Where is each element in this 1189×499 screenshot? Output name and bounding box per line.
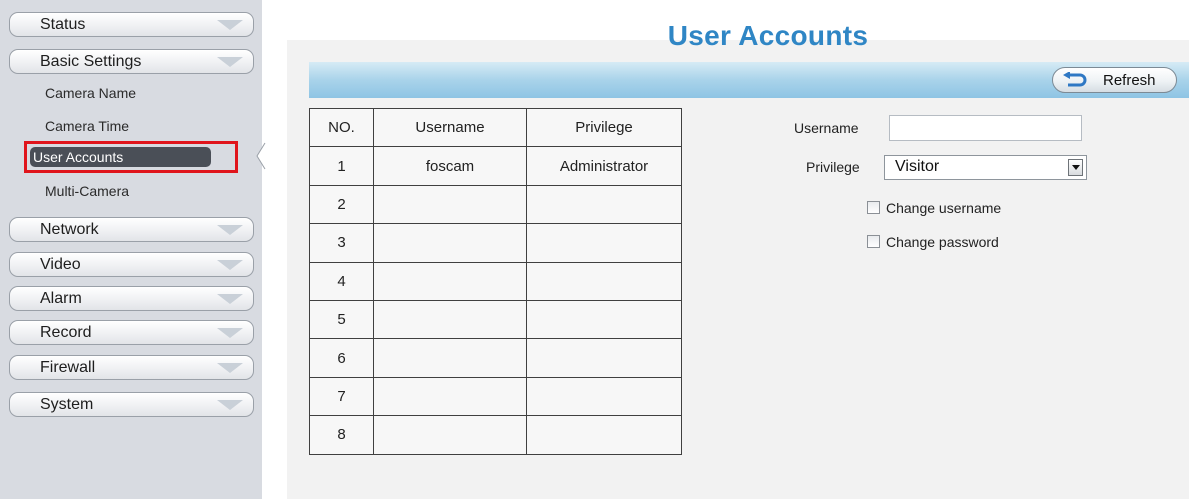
row-username xyxy=(373,299,527,340)
row-number: 5 xyxy=(309,299,374,340)
sidebar-subitem-camera-name[interactable]: Camera Name xyxy=(45,85,136,101)
refresh-icon xyxy=(1063,72,1087,87)
row-privilege: Administrator xyxy=(526,146,682,186)
change-password-label: Change password xyxy=(886,234,999,250)
chevron-down-icon xyxy=(217,260,243,270)
column-header-username: Username xyxy=(373,107,527,148)
table-row[interactable]: 7 xyxy=(309,376,682,417)
row-username: foscam xyxy=(373,146,527,186)
refresh-label: Refresh xyxy=(1103,72,1156,89)
sidebar-item-firewall[interactable]: Firewall xyxy=(9,355,254,380)
row-number: 4 xyxy=(309,261,374,301)
row-username xyxy=(373,261,527,301)
table-row[interactable]: 1 foscam Administrator xyxy=(309,146,682,186)
table-row[interactable]: 8 xyxy=(309,415,682,455)
table-header-row: NO. Username Privilege xyxy=(309,107,682,148)
sidebar-item-video[interactable]: Video xyxy=(9,252,254,277)
active-pointer-notch xyxy=(256,142,266,170)
sidebar-item-label: Alarm xyxy=(40,290,82,307)
sidebar-item-label: System xyxy=(40,396,94,413)
row-username xyxy=(373,223,527,263)
sidebar: Status Basic Settings Camera Name Camera… xyxy=(0,0,262,499)
row-number: 2 xyxy=(309,184,374,225)
privilege-selected-value: Visitor xyxy=(895,158,940,175)
change-password-checkbox[interactable] xyxy=(867,235,880,248)
chevron-down-icon xyxy=(217,20,243,30)
row-number: 3 xyxy=(309,223,374,263)
sidebar-item-record[interactable]: Record xyxy=(9,320,254,345)
chevron-down-icon xyxy=(217,225,243,235)
privilege-label: Privilege xyxy=(806,159,860,175)
row-privilege xyxy=(526,223,682,263)
sidebar-item-label: Basic Settings xyxy=(40,53,142,70)
username-input[interactable] xyxy=(889,115,1082,141)
sidebar-subitem-label: User Accounts xyxy=(30,147,211,167)
row-username xyxy=(373,338,527,378)
row-username xyxy=(373,184,527,225)
change-username-checkbox[interactable] xyxy=(867,201,880,214)
chevron-down-icon xyxy=(217,57,243,67)
privilege-select[interactable]: Visitor xyxy=(884,155,1087,180)
row-number: 8 xyxy=(309,415,374,455)
dropdown-arrow-icon[interactable] xyxy=(1068,159,1083,176)
table-row[interactable]: 5 xyxy=(309,299,682,340)
row-number: 1 xyxy=(309,146,374,186)
chevron-down-icon xyxy=(217,400,243,410)
sidebar-subitem-user-accounts[interactable]: User Accounts xyxy=(24,141,238,173)
table-row[interactable]: 2 xyxy=(309,184,682,225)
row-privilege xyxy=(526,261,682,301)
chevron-down-icon xyxy=(217,294,243,304)
sidebar-subitem-camera-time[interactable]: Camera Time xyxy=(45,118,129,134)
refresh-button[interactable]: Refresh xyxy=(1052,67,1177,93)
table-row[interactable]: 4 xyxy=(309,261,682,301)
user-accounts-table: NO. Username Privilege 1 foscam Administ… xyxy=(309,107,682,455)
row-privilege xyxy=(526,415,682,455)
sidebar-item-label: Record xyxy=(40,324,92,341)
row-privilege xyxy=(526,376,682,417)
change-username-label: Change username xyxy=(886,200,1002,216)
table-row[interactable]: 6 xyxy=(309,338,682,378)
sidebar-item-label: Firewall xyxy=(40,359,96,376)
column-header-no: NO. xyxy=(309,107,374,148)
chevron-down-icon xyxy=(217,328,243,338)
row-username xyxy=(373,415,527,455)
row-privilege xyxy=(526,338,682,378)
sidebar-item-status[interactable]: Status xyxy=(9,12,254,37)
table-row[interactable]: 3 xyxy=(309,223,682,263)
sidebar-item-network[interactable]: Network xyxy=(9,217,254,242)
username-label: Username xyxy=(794,120,859,136)
sidebar-item-label: Network xyxy=(40,221,99,238)
sidebar-item-basic-settings[interactable]: Basic Settings xyxy=(9,49,254,74)
row-number: 7 xyxy=(309,376,374,417)
page-title: User Accounts xyxy=(667,20,869,51)
sidebar-item-label: Video xyxy=(40,256,81,273)
sidebar-item-system[interactable]: System xyxy=(9,392,254,417)
column-header-privilege: Privilege xyxy=(526,107,682,148)
row-username xyxy=(373,376,527,417)
row-number: 6 xyxy=(309,338,374,378)
chevron-down-icon xyxy=(217,363,243,373)
sidebar-item-label: Status xyxy=(40,16,86,33)
sidebar-item-alarm[interactable]: Alarm xyxy=(9,286,254,311)
sidebar-subitem-multi-camera[interactable]: Multi-Camera xyxy=(45,183,129,199)
row-privilege xyxy=(526,299,682,340)
row-privilege xyxy=(526,184,682,225)
